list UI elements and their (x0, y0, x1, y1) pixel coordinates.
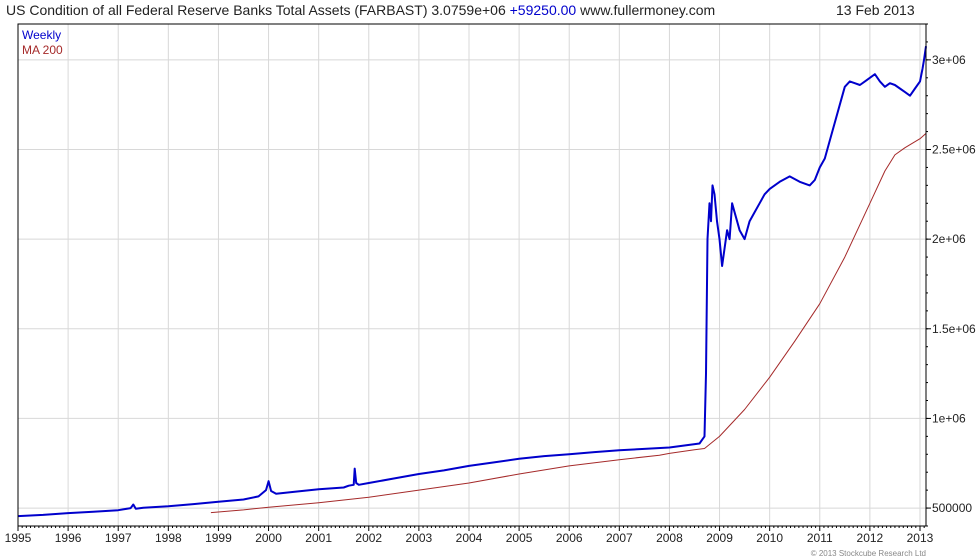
x-tick-label: 1997 (105, 531, 132, 545)
x-tick-label: 2006 (556, 531, 583, 545)
x-tick-label: 2005 (506, 531, 533, 545)
x-tick-label: 1996 (55, 531, 82, 545)
chart-series (17, 46, 927, 518)
x-tick-label: 2009 (706, 531, 733, 545)
y-tick-label: 2e+06 (932, 232, 966, 246)
x-tick-label: 2013 (907, 531, 934, 545)
series-line-weekly (17, 46, 927, 518)
x-tick-label: 2011 (807, 531, 833, 545)
plot-frame (17, 23, 927, 527)
y-tick-label: 3e+06 (932, 53, 966, 67)
legend-weekly: Weekly (22, 28, 61, 42)
x-tick-label: 2002 (355, 531, 382, 545)
x-tick-label: 2012 (857, 531, 884, 545)
y-tick-label: 2.5e+06 (932, 143, 976, 157)
x-tick-label: 2001 (305, 531, 332, 545)
x-tick-label: 2003 (406, 531, 433, 545)
x-tick-label: 1995 (5, 531, 32, 545)
x-tick-label: 2008 (656, 531, 683, 545)
y-tick-label: 500000 (932, 501, 972, 515)
x-tick-label: 1998 (155, 531, 182, 545)
x-tick-label: 2010 (756, 531, 783, 545)
y-tick-label: 1.5e+06 (932, 322, 976, 336)
x-tick-label: 2004 (456, 531, 483, 545)
chart-legend: WeeklyMA 200 (22, 28, 63, 57)
x-tick-label: 2000 (255, 531, 282, 545)
line-chart: 1995 1996 1997 1998 1999 2000 2001 2002 2003 2004… (5, 23, 976, 558)
copyright-notice: © 2013 Stockcube Research Ltd (811, 549, 926, 558)
legend-ma200: MA 200 (22, 43, 63, 57)
chart-grid (17, 24, 926, 526)
x-axis: 1995 1996 1997 1998 1999 2000 2001 2002 2003 2004… (5, 526, 934, 545)
x-tick-label: 1999 (205, 531, 232, 545)
x-tick-label: 2007 (606, 531, 633, 545)
y-axis: 500000 1e+06 1.5e+06 2e+06 2.5e+06 3e+06 (926, 23, 976, 527)
y-tick-label: 1e+06 (932, 411, 966, 425)
